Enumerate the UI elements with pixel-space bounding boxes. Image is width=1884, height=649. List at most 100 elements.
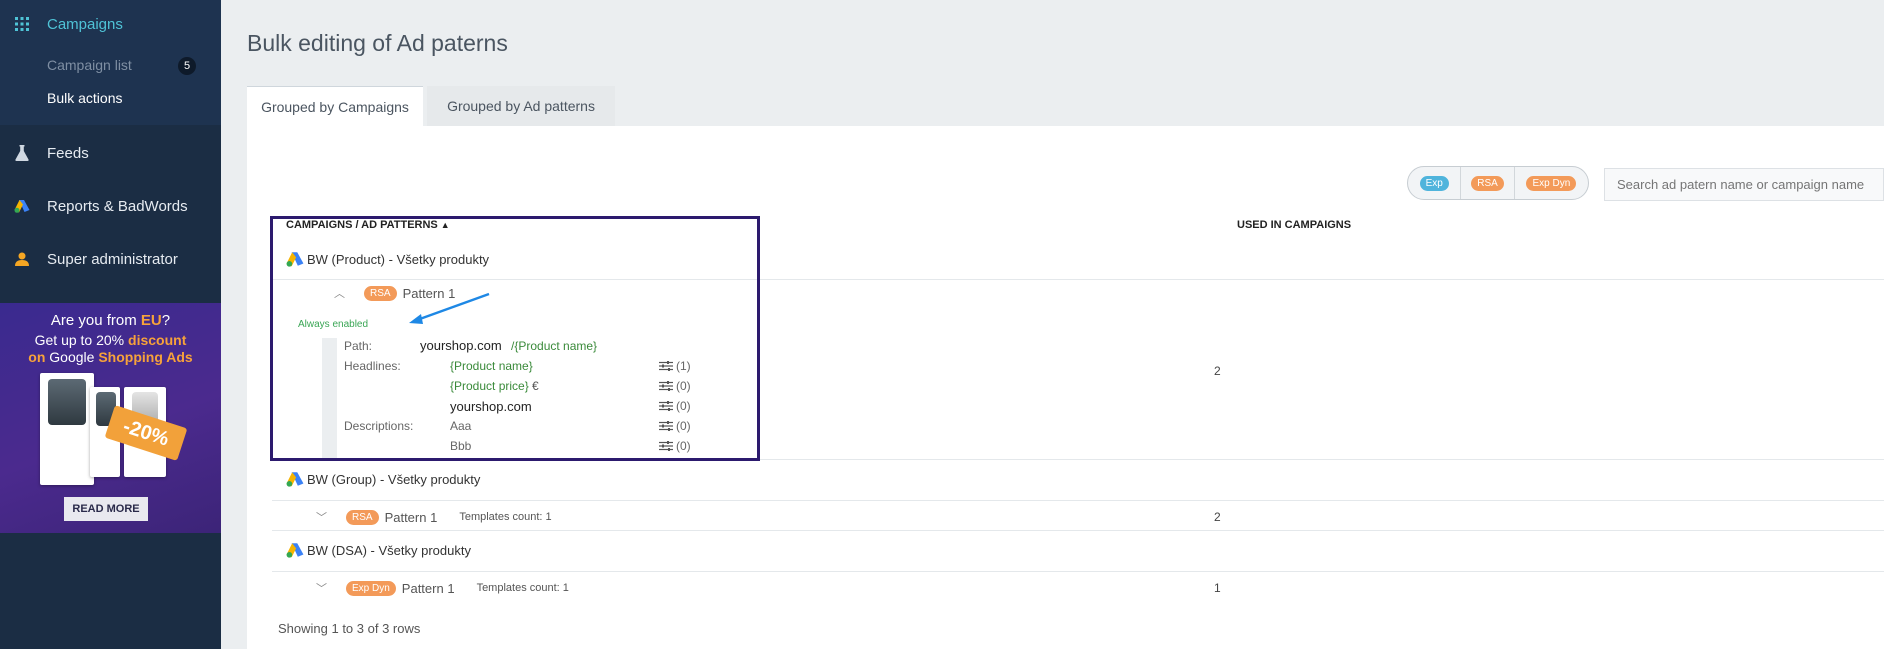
templates-count: Templates count: 1: [459, 511, 552, 523]
path-value: /{Product name}: [511, 339, 598, 353]
campaign-name: BW (Group) - Všetky produkty: [307, 471, 481, 487]
used-in-campaigns-value: 2: [1214, 364, 1221, 378]
sidebar: Campaigns Campaign list 5 Bulk actions F…: [0, 0, 221, 649]
campaign-row[interactable]: BW (Product) - Všetky produkty: [286, 251, 489, 267]
filter-rsa-button[interactable]: RSA: [1461, 167, 1515, 199]
sort-asc-icon: ▲: [440, 220, 450, 230]
campaign-row[interactable]: BW (DSA) - Všetky produkty: [286, 542, 471, 558]
chevron-up-icon[interactable]: ︿: [334, 285, 348, 301]
uses-count: (1): [676, 359, 691, 373]
nav-feeds[interactable]: Feeds: [0, 142, 221, 164]
promo-banner: Are you from EU? Get up to 20% discount …: [0, 303, 221, 533]
headline-text: yourshop.com: [450, 399, 532, 414]
tab-grouped-by-ad-patterns[interactable]: Grouped by Ad patterns: [427, 86, 615, 126]
campaign-count-badge: 5: [178, 57, 196, 75]
type-filter-group: Exp RSA Exp Dyn: [1407, 166, 1589, 200]
flask-icon: [14, 145, 30, 161]
used-in-campaigns-value: 1: [1214, 581, 1221, 595]
pattern-name: Pattern 1: [384, 509, 438, 525]
nav-campaigns-label: Campaigns: [47, 15, 123, 33]
description-uses: (0): [659, 419, 691, 433]
nav-admin-label: Super administrator: [47, 250, 178, 268]
pattern-type-pill: RSA: [364, 285, 397, 301]
headline-variable: {Product price}: [450, 379, 529, 393]
filter-exp-button[interactable]: Exp: [1408, 167, 1462, 199]
google-ads-icon: [286, 252, 304, 267]
exp-dyn-pill: Exp Dyn: [1526, 175, 1577, 191]
row-divider: [272, 571, 1884, 572]
promo-line-2: Get up to 20% discount: [0, 332, 221, 348]
product-card: [40, 373, 94, 485]
description-text: Aaa: [450, 419, 472, 433]
campaign-name: BW (Product) - Všetky produkty: [307, 251, 490, 267]
path-domain: yourshop.com: [420, 338, 502, 353]
headline-text: {Product price} €: [450, 379, 539, 393]
headlines-label: Headlines:: [344, 359, 401, 373]
column-header-campaigns[interactable]: CAMPAIGNS / AD PATTERNS ▲: [286, 219, 450, 231]
annotation-arrow-icon: [409, 292, 490, 324]
promo-line-1: Are you from EU?: [0, 312, 221, 329]
pattern-row[interactable]: ﹀ RSA Pattern 1 Templates count: 1: [316, 509, 552, 525]
detail-side-bar: [322, 338, 337, 458]
headline-uses: (1): [659, 359, 691, 373]
promo-text: Get up to 20%: [34, 332, 129, 348]
row-divider: [272, 459, 1884, 460]
read-more-button[interactable]: READ MORE: [64, 497, 148, 521]
column-header-label: CAMPAIGNS / AD PATTERNS: [286, 219, 438, 231]
nav-reports-label: Reports & BadWords: [47, 197, 188, 215]
descriptions-label: Descriptions:: [344, 419, 414, 433]
promo-text: Google: [45, 349, 99, 365]
filter-exp-dyn-button[interactable]: Exp Dyn: [1515, 167, 1588, 199]
nav-campaigns[interactable]: Campaigns: [0, 12, 221, 36]
path-label: Path:: [344, 339, 373, 353]
row-divider: [272, 530, 1884, 531]
nav-reports[interactable]: Reports & BadWords: [0, 195, 221, 217]
headline-text: {Product name}: [450, 359, 533, 373]
promo-line-3: on Google Shopping Ads: [0, 349, 221, 365]
sliders-icon: [659, 421, 673, 431]
sliders-icon: [659, 441, 673, 451]
google-ads-icon: [286, 472, 304, 487]
column-header-used: USED IN CAMPAIGNS: [1237, 219, 1352, 231]
chevron-down-icon[interactable]: ﹀: [316, 509, 330, 525]
description-text: Bbb: [450, 439, 472, 453]
sliders-icon: [659, 361, 673, 371]
promo-text: Are you from: [50, 312, 141, 329]
promo-highlight: EU: [140, 312, 162, 329]
grid-icon: [14, 16, 30, 32]
campaign-name: BW (DSA) - Všetky produkty: [307, 542, 471, 558]
pattern-row[interactable]: ﹀ Exp Dyn Pattern 1 Templates count: 1: [316, 580, 569, 596]
campaign-row[interactable]: BW (Group) - Všetky produkty: [286, 471, 480, 487]
uses-count: (0): [676, 419, 691, 433]
description-uses: (0): [659, 439, 691, 453]
sidebar-item-campaign-list[interactable]: Campaign list: [47, 57, 132, 73]
sliders-icon: [659, 381, 673, 391]
exp-pill: Exp: [1419, 175, 1449, 191]
nav-feeds-label: Feeds: [47, 144, 89, 162]
pattern-status: Always enabled: [298, 319, 369, 330]
tab-grouped-by-campaigns[interactable]: Grouped by Campaigns: [247, 86, 423, 126]
pattern-type-pill: RSA: [346, 509, 379, 525]
search-input[interactable]: [1604, 168, 1884, 201]
promo-highlight: discount: [128, 332, 187, 348]
headline-uses: (0): [659, 399, 691, 413]
headline-uses: (0): [659, 379, 691, 393]
nav-super-admin[interactable]: Super administrator: [0, 248, 221, 270]
used-in-campaigns-value: 2: [1214, 510, 1221, 524]
templates-count: Templates count: 1: [476, 582, 569, 594]
sidebar-item-bulk-actions[interactable]: Bulk actions: [47, 90, 122, 106]
sliders-icon: [659, 401, 673, 411]
headline-suffix: €: [528, 379, 539, 393]
pattern-type-pill: Exp Dyn: [346, 580, 396, 596]
row-divider: [272, 500, 1884, 501]
uses-count: (0): [676, 439, 691, 453]
rsa-pill: RSA: [1471, 175, 1504, 191]
user-icon: [14, 251, 30, 267]
promo-highlight: on: [28, 349, 46, 365]
row-divider: [272, 279, 1884, 280]
phone-image: [48, 379, 86, 425]
chevron-down-icon[interactable]: ﹀: [316, 580, 330, 596]
pagination-info: Showing 1 to 3 of 3 rows: [278, 621, 421, 636]
promo-text: ?: [161, 312, 171, 329]
uses-count: (0): [676, 399, 691, 413]
